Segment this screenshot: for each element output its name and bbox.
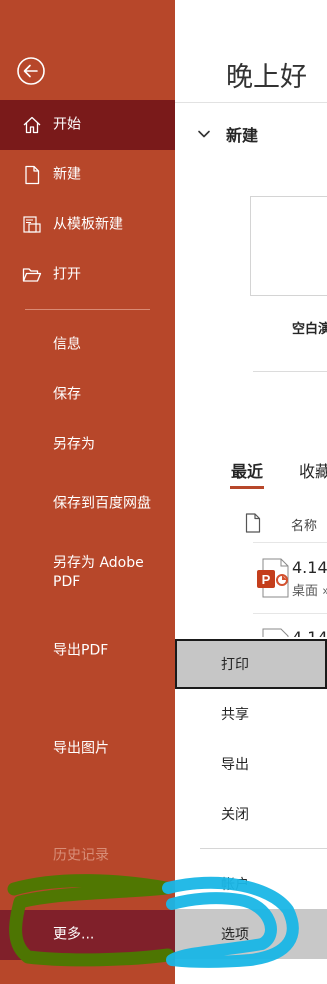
new-section-toggle[interactable]: 新建: [197, 122, 258, 146]
menu-item-print[interactable]: 打印: [175, 639, 327, 689]
menu-label-export: 导出: [221, 757, 249, 773]
nav-label-save: 保存: [53, 386, 81, 403]
nav-label-history: 历史记录: [53, 847, 109, 864]
recent-file-row[interactable]: P 4.14 桌面 »: [255, 558, 327, 610]
nav-item-export-pdf[interactable]: 导出PDF: [0, 626, 175, 676]
menu-label-share: 共享: [221, 707, 249, 723]
template-icon: [23, 216, 41, 233]
home-icon: [23, 116, 41, 134]
file-location: 桌面 »: [292, 584, 327, 599]
menu-label-account: 帐户: [221, 877, 249, 893]
menu-label-print: 打印: [221, 657, 249, 673]
file-list-header: 名称: [245, 512, 327, 536]
nav-label-export-image: 导出图片: [53, 740, 109, 757]
tab-recent[interactable]: 最近: [229, 458, 265, 489]
powerpoint-file-icon: P: [257, 558, 289, 598]
nav-item-save-as[interactable]: 另存为: [0, 420, 175, 470]
header-row-divider: [253, 542, 327, 543]
file-name: 4.14: [292, 558, 327, 577]
backstage-sidebar: 开始 新建 从模板新建 打开 信息 保存 另存为 保存到百度网盘 另存为 Ado…: [0, 0, 175, 984]
menu-item-account[interactable]: 帐户: [175, 859, 327, 909]
tab-favorites[interactable]: 收藏: [299, 458, 327, 482]
svg-text:P: P: [262, 572, 271, 587]
menu-item-options[interactable]: 选项: [175, 909, 327, 959]
nav-label-info: 信息: [53, 336, 81, 353]
greeting-title: 晚上好: [226, 62, 307, 93]
file-type-icon: [245, 513, 261, 533]
back-arrow-icon: [17, 57, 45, 85]
nav-item-home[interactable]: 开始: [0, 100, 175, 150]
nav-item-save[interactable]: 保存: [0, 370, 175, 420]
folder-open-icon: [22, 268, 42, 282]
back-button[interactable]: [16, 56, 46, 86]
nav-item-save-as-adobe-pdf[interactable]: 另存为 Adobe PDF: [0, 547, 175, 599]
blank-presentation-caption: 空白演: [292, 322, 327, 337]
new-section-title: 新建: [226, 126, 259, 145]
nav-label-new-from-template: 从模板新建: [53, 216, 123, 233]
new-document-icon: [25, 165, 40, 185]
nav-item-new[interactable]: 新建: [0, 150, 175, 200]
menu-label-options: 选项: [221, 927, 249, 943]
nav-item-open[interactable]: 打开: [0, 250, 175, 300]
header-divider: [175, 102, 327, 103]
nav-item-save-to-baidu[interactable]: 保存到百度网盘: [0, 478, 175, 530]
nav-label-new: 新建: [53, 166, 81, 183]
nav-item-info[interactable]: 信息: [0, 320, 175, 370]
blank-presentation-thumbnail[interactable]: [250, 196, 327, 296]
nav-label-save-to-baidu: 保存到百度网盘: [53, 495, 151, 512]
nav-item-history[interactable]: 历史记录: [0, 831, 175, 881]
nav-item-new-from-template[interactable]: 从模板新建: [0, 200, 175, 250]
nav-label-home: 开始: [53, 116, 81, 133]
menu-item-close[interactable]: 关闭: [175, 789, 327, 839]
menu-divider: [200, 848, 327, 849]
nav-label-open: 打开: [53, 266, 81, 283]
sidebar-divider: [25, 309, 150, 310]
nav-label-save-as: 另存为: [53, 436, 95, 453]
menu-item-share[interactable]: 共享: [175, 689, 327, 739]
section-divider: [253, 371, 327, 372]
file-row-divider: [253, 613, 327, 614]
nav-item-more[interactable]: 更多...: [0, 910, 175, 960]
column-name-header[interactable]: 名称: [291, 515, 317, 534]
menu-label-close: 关闭: [221, 807, 249, 823]
nav-item-export-image[interactable]: 导出图片: [0, 724, 175, 774]
menu-item-export[interactable]: 导出: [175, 739, 327, 789]
nav-label-save-as-adobe-pdf: 另存为 Adobe PDF: [53, 555, 144, 590]
nav-label-more: 更多...: [53, 926, 95, 943]
file-menu-overlay: 打印 共享 导出 关闭 帐户 选项: [175, 637, 327, 961]
chevron-down-icon: [198, 130, 210, 138]
nav-label-export-pdf: 导出PDF: [53, 642, 109, 659]
